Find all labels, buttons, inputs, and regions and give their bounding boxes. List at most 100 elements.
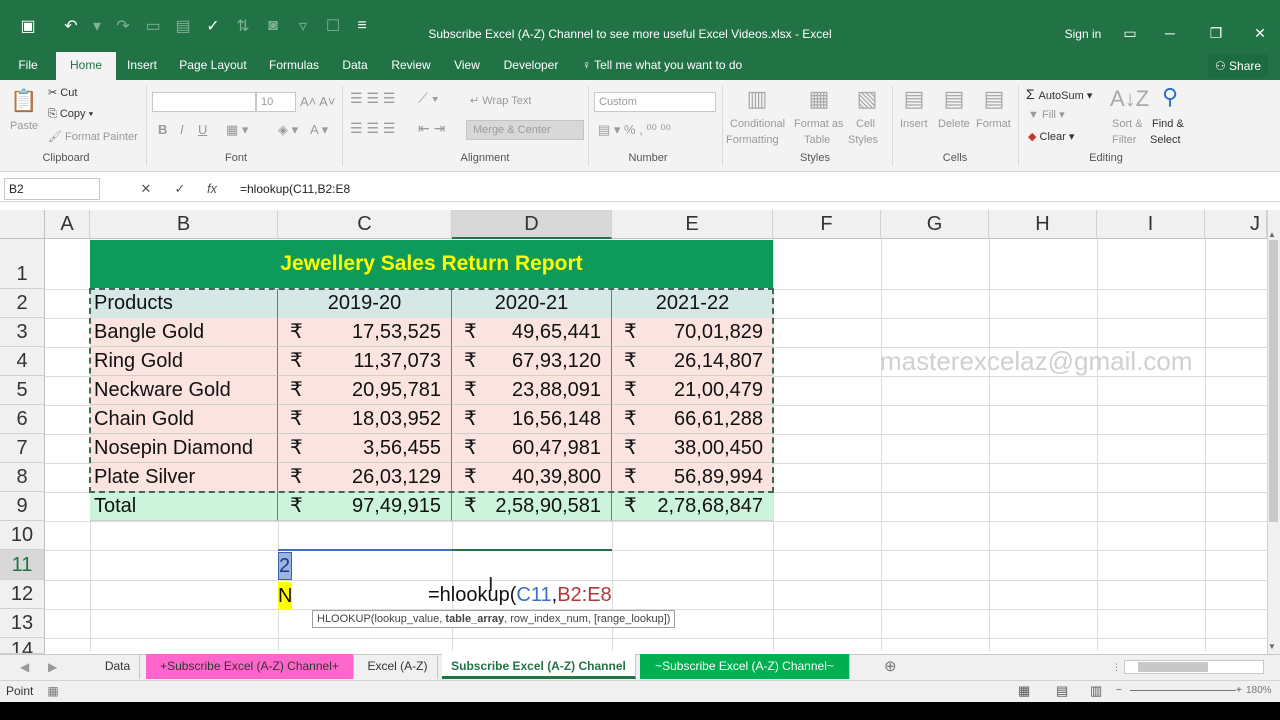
cell-c11[interactable]: 2	[278, 552, 292, 580]
sign-in-link[interactable]: Sign in	[1060, 0, 1106, 52]
data-row-value-cell[interactable]: ₹20,95,781	[278, 376, 452, 405]
number-format-box[interactable]: Custom	[594, 92, 716, 112]
underline-button[interactable]: U	[198, 122, 207, 137]
data-row-label[interactable]: Neckware Gold	[90, 376, 278, 405]
cell-styles-icon[interactable]: ▧	[852, 86, 882, 112]
tab-home[interactable]: Home	[56, 52, 116, 80]
column-header-a[interactable]: A	[45, 210, 90, 239]
fill-color-icon[interactable]: ◈ ▾	[278, 122, 298, 138]
autosum-button[interactable]: Σ AutoSum ▾	[1026, 86, 1092, 102]
data-row-value-cell[interactable]: ₹67,93,120	[452, 347, 612, 376]
page-layout-view-icon[interactable]: ▤	[1056, 682, 1068, 700]
conditional-formatting-label2[interactable]: Formatting	[726, 134, 779, 146]
data-row-label[interactable]: Bangle Gold	[90, 318, 278, 347]
sheet-tab-data[interactable]: Data	[96, 654, 140, 679]
restore-icon[interactable]: ❐	[1196, 0, 1236, 52]
ribbon-display-icon[interactable]: ▭	[1110, 0, 1150, 52]
tab-data[interactable]: Data	[336, 52, 374, 80]
font-name-box[interactable]	[152, 92, 256, 112]
row-header-6[interactable]: 6	[0, 405, 45, 434]
data-row-value-cell[interactable]: ₹17,53,525	[278, 318, 452, 347]
format-as-table-label2[interactable]: Table	[804, 134, 830, 146]
align-left-icon[interactable]: ☰ ☰ ☰	[350, 120, 395, 137]
data-row-label[interactable]: Nosepin Diamond	[90, 434, 278, 463]
form-icon[interactable]: ☐	[318, 0, 348, 52]
indent-icon[interactable]: ⇤ ⇥	[418, 120, 445, 137]
conditional-formatting-label[interactable]: Conditional	[730, 118, 785, 130]
conditional-formatting-icon[interactable]: ▥	[742, 86, 772, 112]
format-cells-icon[interactable]: ▤	[980, 86, 1008, 112]
currency-format-icon[interactable]: ▤ ▾ % , ⁰⁰ ⁰⁰	[598, 122, 671, 138]
column-header-e[interactable]: E	[612, 210, 773, 239]
cell-styles-label2[interactable]: Styles	[848, 134, 878, 146]
format-painter-button[interactable]: 🖌 Format Painter	[48, 130, 138, 143]
cell-c12[interactable]: N	[278, 582, 292, 610]
page-break-view-icon[interactable]: ▥	[1090, 682, 1102, 700]
font-color-icon[interactable]: A ▾	[310, 122, 328, 138]
column-header-b[interactable]: B	[90, 210, 278, 239]
data-row-value-cell[interactable]: ₹11,37,073	[278, 347, 452, 376]
sort-filter-icon[interactable]: A↓Z	[1110, 86, 1149, 112]
header-2019-20[interactable]: 2019-20	[278, 289, 452, 318]
close-icon[interactable]: ✕	[1240, 0, 1280, 52]
report-title[interactable]: Jewellery Sales Return Report	[90, 240, 773, 288]
horizontal-scroll-thumb[interactable]	[1138, 662, 1208, 672]
borders-icon[interactable]: ▦ ▾	[226, 122, 248, 138]
header-products[interactable]: Products	[90, 289, 278, 318]
data-row-value-cell[interactable]: ₹66,61,288	[612, 405, 773, 434]
wrap-text-button[interactable]: ↵ Wrap Text	[470, 94, 531, 107]
zoom-level[interactable]: 180%	[1246, 682, 1272, 700]
font-grow-icon[interactable]: A˄ A˅	[300, 94, 335, 109]
data-row-value-cell[interactable]: ₹26,14,807	[612, 347, 773, 376]
tooltip-fn[interactable]: HLOOKUP(lookup_value,	[317, 613, 445, 625]
copy-button[interactable]: ⎘ Copy ▾	[48, 108, 93, 121]
data-row-value-cell[interactable]: ₹21,00,479	[612, 376, 773, 405]
merge-center-button[interactable]: Merge & Center	[466, 120, 584, 140]
save-icon[interactable]: ▣	[0, 0, 56, 52]
sheet-tab-subscribe-pink[interactable]: +Subscribe Excel (A-Z) Channel+	[146, 654, 354, 679]
tab-view[interactable]: View	[448, 52, 486, 80]
fill-button[interactable]: ▼ Fill ▾	[1028, 108, 1065, 121]
name-box[interactable]: B2	[4, 178, 100, 200]
sheet-next-icon[interactable]: ▶	[48, 654, 57, 680]
data-row-value-cell[interactable]: ₹60,47,981	[452, 434, 612, 463]
row-header-2[interactable]: 2	[0, 289, 45, 318]
formula-input[interactable]: =hlookup(C11,B2:E8	[240, 176, 350, 202]
tell-me-box[interactable]: ♀ Tell me what you want to do	[582, 52, 742, 80]
undo-dropdown-icon[interactable]: ▾	[86, 0, 108, 52]
camera-icon[interactable]: ◙	[258, 0, 288, 52]
sheet-tab-subscribe-green[interactable]: ~Subscribe Excel (A-Z) Channel~	[640, 654, 850, 679]
tab-review[interactable]: Review	[388, 52, 434, 80]
data-row-label[interactable]: Chain Gold	[90, 405, 278, 434]
data-row-value-cell[interactable]: ₹26,03,129	[278, 463, 452, 492]
tab-file[interactable]: File	[10, 52, 46, 80]
zoom-out-icon[interactable]: −	[1116, 682, 1122, 700]
header-2020-21[interactable]: 2020-21	[452, 289, 612, 318]
row-header-4[interactable]: 4	[0, 347, 45, 376]
data-row-value-cell[interactable]: ₹70,01,829	[612, 318, 773, 347]
row-header-12[interactable]: 12	[0, 580, 45, 609]
sheet-tab-excel-a-z[interactable]: Excel (A-Z)	[358, 654, 438, 679]
sort-filter-label[interactable]: Sort &	[1112, 118, 1143, 130]
zoom-slider[interactable]	[1130, 690, 1236, 691]
clear-button[interactable]: ◆ Clear ▾	[1028, 130, 1074, 143]
spell-check-icon[interactable]: ✓	[198, 0, 228, 52]
customize-qat-icon[interactable]: ≡	[348, 0, 376, 52]
scroll-down-icon[interactable]: ▼	[1268, 642, 1276, 651]
orientation-icon[interactable]: ⟋ ▾	[418, 90, 439, 107]
find-select-label[interactable]: Find &	[1152, 118, 1184, 130]
minimize-icon[interactable]: ─	[1150, 0, 1190, 52]
column-header-i[interactable]: I	[1097, 210, 1205, 239]
column-header-c[interactable]: C	[278, 210, 452, 239]
data-row-value-cell[interactable]: ₹23,88,091	[452, 376, 612, 405]
tab-page-layout[interactable]: Page Layout	[176, 52, 250, 80]
paste-label[interactable]: Paste	[10, 120, 38, 132]
share-button[interactable]: ⚇ Share	[1208, 54, 1268, 78]
align-top-icon[interactable]: ☰ ☰ ☰	[350, 90, 395, 107]
cut-button[interactable]: ✂ Cut	[48, 86, 77, 99]
data-row-value-cell[interactable]: ₹18,03,952	[278, 405, 452, 434]
new-file-icon[interactable]: ▭	[138, 0, 168, 52]
sheet-tab-active[interactable]: Subscribe Excel (A-Z) Channel	[442, 654, 636, 679]
select-all-corner[interactable]	[0, 210, 45, 239]
lock-icon[interactable]: ▤	[168, 0, 198, 52]
